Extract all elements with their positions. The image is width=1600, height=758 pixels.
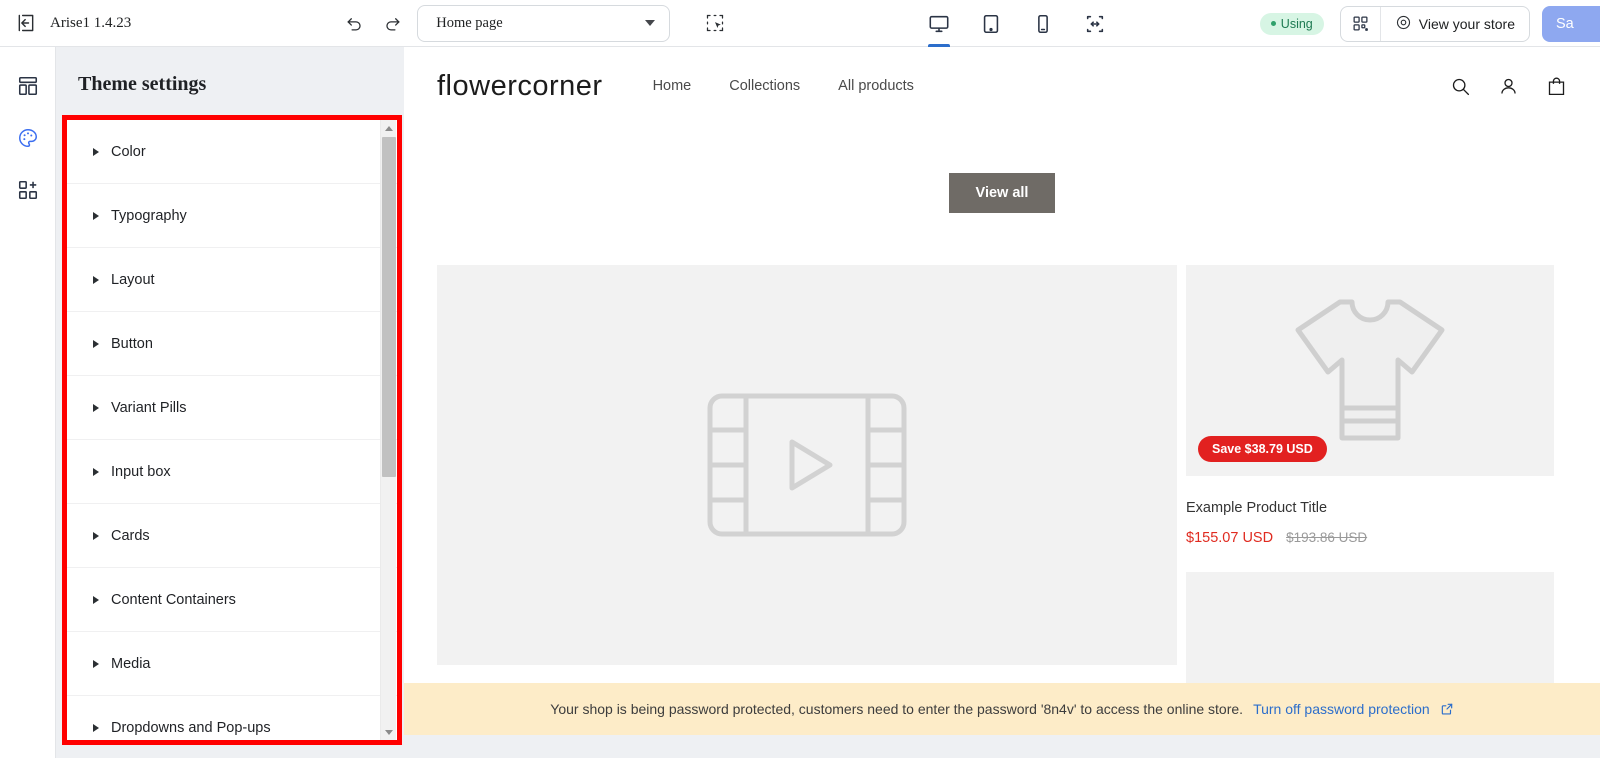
- product-compare-price: $193.86 USD: [1286, 530, 1368, 545]
- device-mobile-button[interactable]: [1026, 1, 1060, 47]
- settings-accordion-item[interactable]: Media: [67, 632, 397, 696]
- chevron-down-icon: [645, 20, 656, 26]
- store-nav-item[interactable]: Collections: [729, 78, 800, 94]
- toolbar-left-group: Arise1 1.4.23: [0, 11, 131, 35]
- storefront-header: flowercorner Home Collections All products: [404, 47, 1600, 125]
- sections-icon[interactable]: [13, 71, 43, 101]
- left-icon-rail: [0, 47, 56, 758]
- triangle-right-icon: [93, 659, 99, 668]
- settings-accordion-item[interactable]: Color: [67, 120, 397, 184]
- page-select[interactable]: Home page: [417, 4, 671, 42]
- toolbar-right-group: Using View your store Sa: [1259, 0, 1600, 47]
- triangle-right-icon: [93, 211, 99, 220]
- settings-accordion-item[interactable]: Button: [67, 312, 397, 376]
- store-nav-item[interactable]: Home: [653, 78, 692, 94]
- triangle-right-icon: [93, 531, 99, 540]
- external-link-icon[interactable]: [1440, 702, 1454, 716]
- palette-icon[interactable]: [13, 123, 43, 153]
- exit-left-icon[interactable]: [14, 11, 38, 35]
- cart-icon[interactable]: [1544, 74, 1568, 98]
- device-fullwidth-button[interactable]: [1078, 1, 1112, 47]
- theme-settings-panel: Theme settings Color Typography Layout Butt…: [56, 47, 404, 758]
- account-icon[interactable]: [1496, 74, 1520, 98]
- video-placeholder-icon: [437, 265, 1177, 665]
- device-tablet-button[interactable]: [974, 1, 1008, 47]
- triangle-right-icon: [93, 147, 99, 156]
- panel-scrollbar[interactable]: [380, 120, 396, 740]
- inspector-select-icon[interactable]: [702, 10, 728, 36]
- settings-accordion-item[interactable]: Content Containers: [67, 568, 397, 632]
- settings-accordion-label: Media: [111, 655, 151, 672]
- store-nav: Home Collections All products: [653, 78, 914, 94]
- product-image-placeholder-secondary: [1186, 572, 1554, 683]
- password-protection-banner: Your shop is being password protected, c…: [404, 683, 1600, 735]
- scroll-down-arrow-icon[interactable]: [381, 724, 397, 740]
- settings-accordion-item[interactable]: Dropdowns and Pop-ups: [67, 696, 397, 740]
- tshirt-placeholder-icon: [1270, 288, 1470, 453]
- settings-accordion-item[interactable]: Typography: [67, 184, 397, 248]
- search-icon[interactable]: [1448, 74, 1472, 98]
- device-desktop-button[interactable]: [922, 1, 956, 47]
- settings-accordion-label: Dropdowns and Pop-ups: [111, 720, 271, 736]
- settings-accordion-label: Variant Pills: [111, 399, 187, 416]
- settings-accordion-item[interactable]: Cards: [67, 504, 397, 568]
- status-badge-label: Using: [1280, 16, 1313, 31]
- save-button[interactable]: Sa: [1542, 5, 1600, 42]
- triangle-right-icon: [93, 403, 99, 412]
- view-all-row: View all: [404, 173, 1600, 213]
- status-badge: Save $38.79 USD: [1198, 436, 1327, 462]
- store-header-actions: [1448, 74, 1568, 98]
- triangle-right-icon: [93, 339, 99, 348]
- preview-content-grid: Save $38.79 USD Example Product Title $1…: [404, 265, 1600, 683]
- view-your-store-label: View your store: [1418, 15, 1515, 32]
- toolbar-center-group: Home page: [341, 4, 728, 42]
- view-all-button[interactable]: View all: [948, 173, 1056, 213]
- storefront-preview: flowercorner Home Collections All products: [404, 47, 1600, 683]
- password-banner-text: Your shop is being password protected, c…: [550, 701, 1244, 717]
- store-preview-area: flowercorner Home Collections All products: [404, 47, 1600, 758]
- status-badge: Using: [1259, 12, 1324, 35]
- top-toolbar: Arise1 1.4.23 Home page Using View your …: [0, 0, 1600, 47]
- settings-accordion-item[interactable]: Layout: [67, 248, 397, 312]
- settings-accordion-list: Color Typography Layout Button Variant Pills…: [67, 120, 397, 740]
- settings-accordion-label: Typography: [111, 207, 187, 224]
- settings-highlight-frame: Color Typography Layout Button Variant Pills…: [62, 115, 402, 745]
- page-select-value: Home page: [436, 14, 503, 31]
- view-your-store-button[interactable]: View your store: [1381, 7, 1529, 41]
- product-price-row: $155.07 USD $193.86 USD: [1186, 530, 1554, 546]
- theme-name-label: Arise1 1.4.23: [50, 14, 132, 31]
- product-title: Example Product Title: [1186, 500, 1328, 516]
- settings-accordion-label: Cards: [111, 527, 150, 544]
- settings-accordion-label: Input box: [111, 463, 171, 480]
- theme-editor-app: Arise1 1.4.23 Home page Using View your …: [0, 0, 1600, 758]
- product-image-placeholder: Save $38.79 USD: [1186, 265, 1554, 476]
- scroll-up-arrow-icon[interactable]: [381, 120, 397, 136]
- settings-accordion-label: Layout: [111, 271, 155, 288]
- triangle-right-icon: [93, 275, 99, 284]
- settings-accordion-label: Content Containers: [111, 591, 236, 608]
- product-card[interactable]: Save $38.79 USD Example Product Title $1…: [1186, 265, 1554, 683]
- triangle-right-icon: [93, 724, 99, 732]
- product-price: $155.07 USD: [1186, 530, 1274, 546]
- store-nav-item[interactable]: All products: [838, 78, 914, 94]
- scrollbar-thumb[interactable]: [382, 137, 396, 477]
- store-actions-group: View your store: [1339, 5, 1530, 42]
- settings-accordion-label: Color: [111, 143, 146, 160]
- turn-off-password-protection-link[interactable]: Turn off password protection: [1253, 701, 1430, 717]
- apps-add-icon[interactable]: [13, 175, 43, 205]
- status-dot-icon: [1270, 21, 1276, 26]
- triangle-right-icon: [93, 467, 99, 476]
- settings-accordion-item[interactable]: Variant Pills: [67, 376, 397, 440]
- undo-icon[interactable]: [341, 10, 367, 36]
- triangle-right-icon: [93, 595, 99, 604]
- store-logo: flowercorner: [437, 69, 603, 102]
- page-title: Theme settings: [78, 73, 207, 95]
- redo-icon[interactable]: [379, 10, 405, 36]
- qr-code-icon[interactable]: [1341, 6, 1381, 41]
- settings-accordion-item[interactable]: Input box: [67, 440, 397, 504]
- settings-accordion-label: Button: [111, 335, 153, 352]
- device-preview-switcher: [922, 0, 1112, 47]
- eye-icon: [1395, 14, 1412, 34]
